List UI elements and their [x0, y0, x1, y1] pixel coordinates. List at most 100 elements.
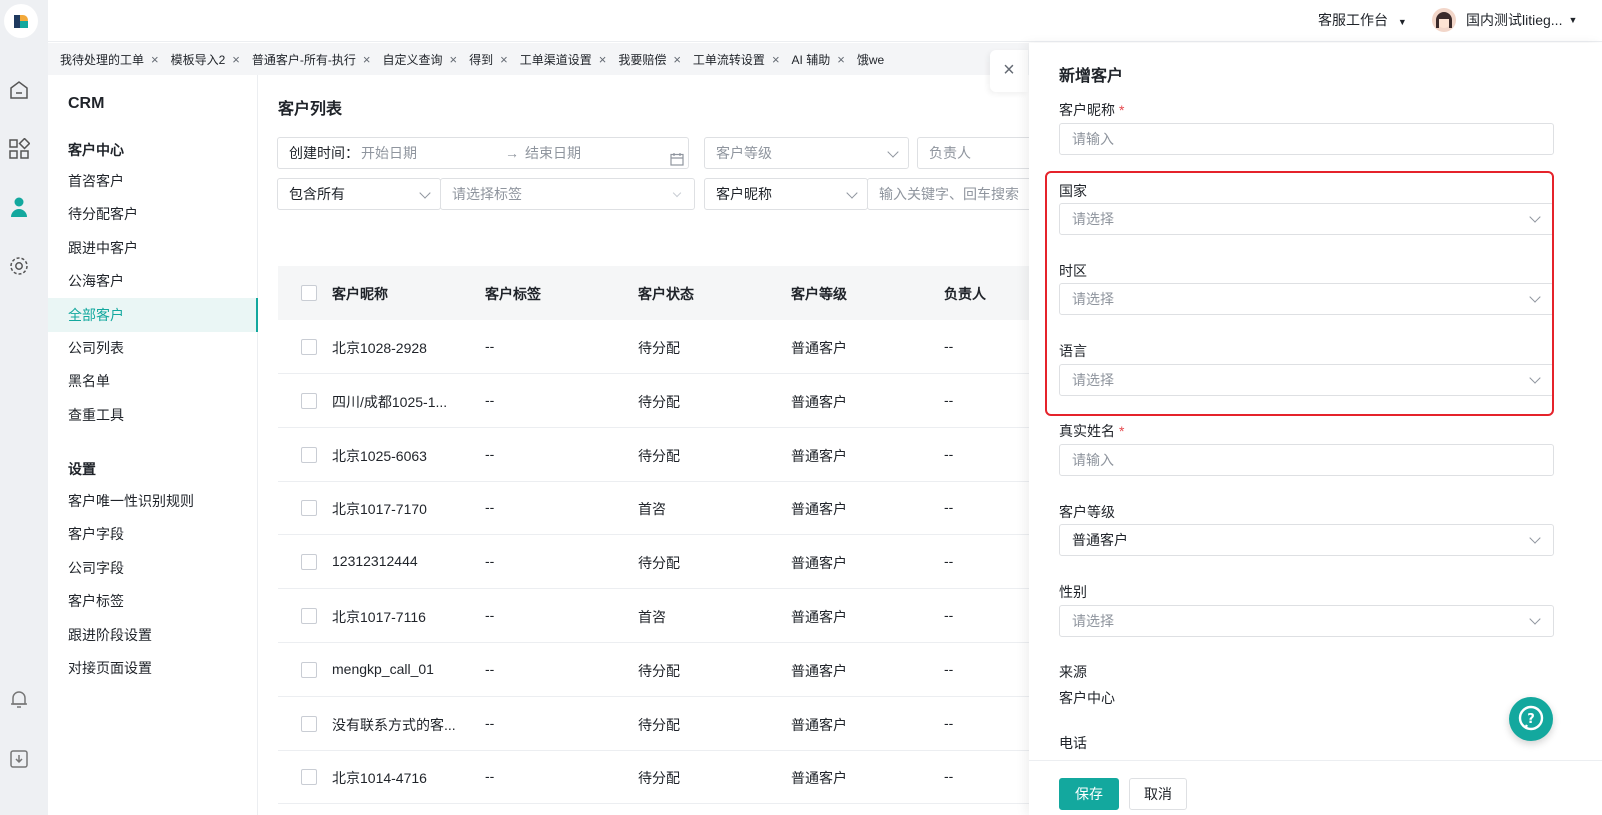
sidebar-item[interactable]: 首咨客户: [48, 164, 258, 198]
sidebar-item[interactable]: 客户字段: [48, 517, 258, 551]
col-tags[interactable]: 客户标签: [485, 284, 541, 304]
search-field-select[interactable]: 客户昵称: [704, 178, 868, 210]
close-icon[interactable]: ×: [772, 52, 780, 67]
close-icon[interactable]: ×: [599, 52, 607, 67]
close-icon[interactable]: ×: [450, 52, 458, 67]
row-checkbox[interactable]: [301, 339, 317, 355]
customer-icon[interactable]: [8, 196, 30, 218]
app-logo[interactable]: [4, 4, 38, 38]
table-cell: --: [944, 660, 954, 677]
sidebar-item[interactable]: 公司列表: [48, 331, 258, 365]
sidebar-item[interactable]: 跟进阶段设置: [48, 618, 258, 652]
close-icon[interactable]: ×: [500, 52, 508, 67]
drawer-title: 新增客户: [1059, 68, 1124, 85]
table-row[interactable]: 没有联系方式的客... -- 待分配 普通客户 --: [278, 697, 1048, 751]
sidebar-item[interactable]: 黑名单: [48, 364, 258, 398]
table-row[interactable]: mengkp_call_01 -- 待分配 普通客户 --: [278, 643, 1048, 697]
settings-icon[interactable]: [8, 255, 30, 277]
tab-item[interactable]: AI 辅助 ×: [780, 43, 845, 75]
level-select[interactable]: 普通客户: [1059, 524, 1554, 556]
sidebar-item[interactable]: 客户唯一性识别规则: [48, 484, 258, 518]
tab-label: 工单流转设置: [692, 52, 765, 67]
realname-input[interactable]: 请输入: [1059, 444, 1554, 476]
tab-item[interactable]: 普通客户-所有-执行 ×: [240, 43, 371, 75]
customer-list-panel: 客户列表 创建时间： 开始日期 → 结束日期 客户等级 负责人 包含所有 请选择…: [258, 75, 1057, 815]
sidebar-item[interactable]: 对接页面设置: [48, 651, 258, 685]
row-checkbox[interactable]: [301, 661, 317, 678]
date-range-filter[interactable]: 创建时间： 开始日期 → 结束日期: [277, 137, 689, 169]
contains-select-value: 包含所有: [289, 186, 345, 202]
sidebar-item[interactable]: 全部客户: [48, 297, 258, 332]
tab-label: 普通客户-所有-执行: [251, 52, 356, 67]
close-icon[interactable]: ×: [363, 52, 371, 67]
table-cell: 普通客户: [791, 501, 847, 518]
gender-select[interactable]: 请选择: [1059, 605, 1554, 637]
select-all-checkbox[interactable]: [301, 285, 317, 301]
table-row[interactable]: 北京1014-4716 -- 待分配 普通客户 --: [278, 750, 1048, 805]
table-row[interactable]: 北京1017-7116 -- 首咨 普通客户 --: [278, 589, 1048, 643]
col-owner[interactable]: 负责人: [944, 284, 986, 304]
col-status[interactable]: 客户状态: [638, 284, 694, 304]
sidebar-item[interactable]: 客户标签: [48, 584, 258, 618]
sidebar-item[interactable]: 待分配客户: [48, 197, 258, 231]
table-row[interactable]: 北京1025-6063 -- 待分配 普通客户 --: [278, 428, 1048, 482]
row-checkbox[interactable]: [301, 715, 317, 732]
col-level[interactable]: 客户等级: [791, 284, 847, 304]
row-checkbox[interactable]: [301, 446, 317, 463]
left-rail: [0, 0, 48, 815]
table-row[interactable]: 四川/成都1025-1... -- 待分配 普通客户 --: [278, 374, 1048, 428]
source-label: 来源: [1059, 664, 1087, 680]
table-row[interactable]: 12312312444 -- 待分配 普通客户 --: [278, 535, 1048, 590]
table-row[interactable]: 北京1017-7170 -- 首咨 普通客户 --: [278, 481, 1048, 536]
help-button[interactable]: ?: [1509, 697, 1553, 741]
home-icon[interactable]: [8, 79, 30, 101]
row-checkbox[interactable]: [301, 554, 317, 571]
workbench-switcher[interactable]: 客服工作台 ▼: [1318, 10, 1407, 30]
sidebar-item[interactable]: 公司字段: [48, 551, 258, 585]
table-cell: 12312312444: [332, 553, 418, 570]
nickname-input[interactable]: 请输入: [1059, 123, 1554, 155]
close-icon[interactable]: ×: [837, 52, 845, 67]
tab-item[interactable]: 我要赔偿 ×: [606, 43, 681, 75]
tab-item[interactable]: 工单流转设置 ×: [681, 43, 780, 75]
tab-item[interactable]: 自定义查询 ×: [370, 43, 457, 75]
apps-icon[interactable]: [8, 137, 31, 160]
close-icon[interactable]: ×: [151, 52, 159, 67]
created-time-label: 创建时间：: [289, 145, 359, 161]
table-row[interactable]: 北京1028-2928 -- 待分配 普通客户 --: [278, 320, 1048, 374]
close-icon[interactable]: ×: [673, 52, 681, 67]
contains-select[interactable]: 包含所有: [277, 178, 441, 210]
tab-item[interactable]: 饿we: [845, 43, 884, 75]
row-checkbox[interactable]: [301, 500, 317, 517]
table-cell: 待分配: [638, 393, 680, 410]
tab-item[interactable]: 模板导入2 ×: [159, 43, 240, 75]
sidebar-item[interactable]: 跟进中客户: [48, 231, 258, 265]
sidebar-item[interactable]: 公海客户: [48, 264, 258, 298]
tab-item[interactable]: 工单渠道设置 ×: [508, 43, 607, 75]
cancel-button[interactable]: 取消: [1129, 778, 1187, 810]
table-cell: 待分配: [638, 716, 680, 733]
save-button[interactable]: 保存: [1059, 778, 1119, 810]
tab-item[interactable]: 我待处理的工单 ×: [48, 43, 159, 75]
user-menu[interactable]: 国内测试litieg... ▼: [1432, 8, 1577, 32]
search-field-value: 客户昵称: [716, 186, 772, 202]
col-nickname[interactable]: 客户昵称: [332, 284, 388, 304]
end-date-input[interactable]: 结束日期: [525, 138, 581, 168]
tab-item[interactable]: 得到 ×: [457, 43, 508, 75]
row-checkbox[interactable]: [301, 608, 317, 624]
tags-select[interactable]: 请选择标签: [440, 178, 695, 210]
table-cell: 首咨: [638, 609, 666, 625]
owner-filter-placeholder: 负责人: [929, 145, 971, 161]
bell-icon[interactable]: [8, 688, 30, 710]
download-icon[interactable]: [8, 748, 30, 770]
row-checkbox[interactable]: [301, 392, 317, 409]
table-cell: --: [944, 553, 954, 570]
drawer-close-button[interactable]: ×: [990, 50, 1028, 92]
section-customer-center: 客户中心: [68, 142, 124, 158]
row-checkbox[interactable]: [301, 769, 317, 786]
start-date-input[interactable]: 开始日期: [361, 138, 417, 168]
sidebar-item[interactable]: 查重工具: [48, 398, 258, 432]
level-filter[interactable]: 客户等级: [704, 137, 909, 169]
table-cell: 普通客户: [791, 447, 847, 464]
close-icon[interactable]: ×: [232, 52, 240, 67]
